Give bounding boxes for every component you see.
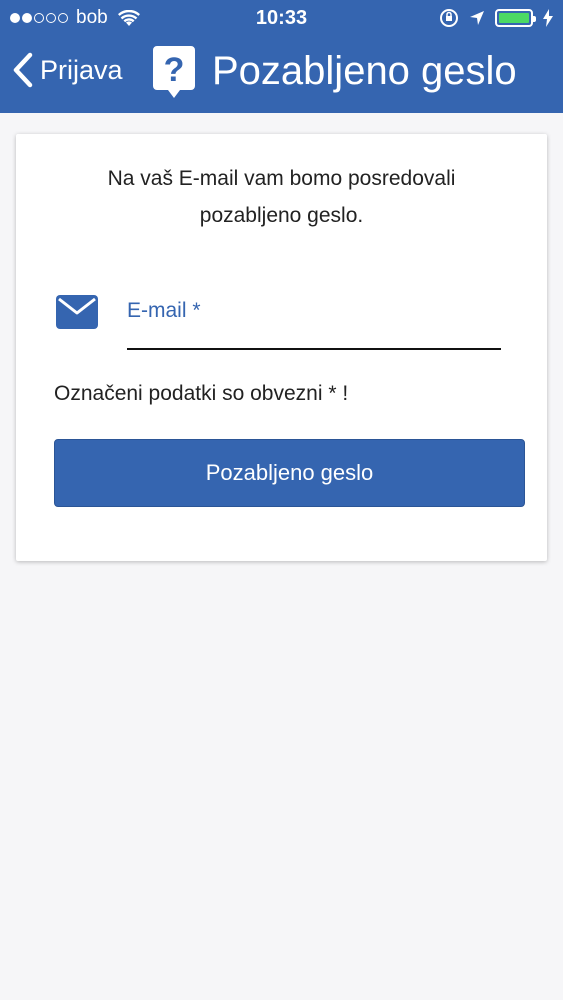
status-bar: bob 10:33 xyxy=(0,0,563,36)
required-fields-note: Označeni podatki so obvezni * ! xyxy=(54,382,349,405)
email-input[interactable] xyxy=(127,288,501,350)
svg-text:?: ? xyxy=(164,51,185,89)
app-header: bob 10:33 Prijava ? Pozabljeno geslo xyxy=(0,0,563,113)
back-button[interactable]: Prijava xyxy=(12,52,123,88)
mail-icon xyxy=(56,295,98,329)
location-arrow-icon xyxy=(470,11,484,25)
page-title: Pozabljeno geslo xyxy=(212,49,517,93)
intro-text: Na vaš E-mail vam bomo posredovali pozab… xyxy=(107,167,456,227)
status-right xyxy=(439,8,553,28)
question-icon: ? xyxy=(153,46,195,98)
charging-icon xyxy=(543,9,553,27)
battery-icon xyxy=(495,9,536,27)
orientation-lock-icon xyxy=(440,9,458,27)
forgot-password-button[interactable]: Pozabljeno geslo xyxy=(54,439,525,507)
navigation-bar: Prijava ? Pozabljeno geslo xyxy=(0,40,563,110)
forgot-password-card: Na vaš E-mail vam bomo posredovali pozab… xyxy=(16,134,547,561)
back-button-label: Prijava xyxy=(40,54,123,85)
back-chevron-icon xyxy=(13,52,33,88)
